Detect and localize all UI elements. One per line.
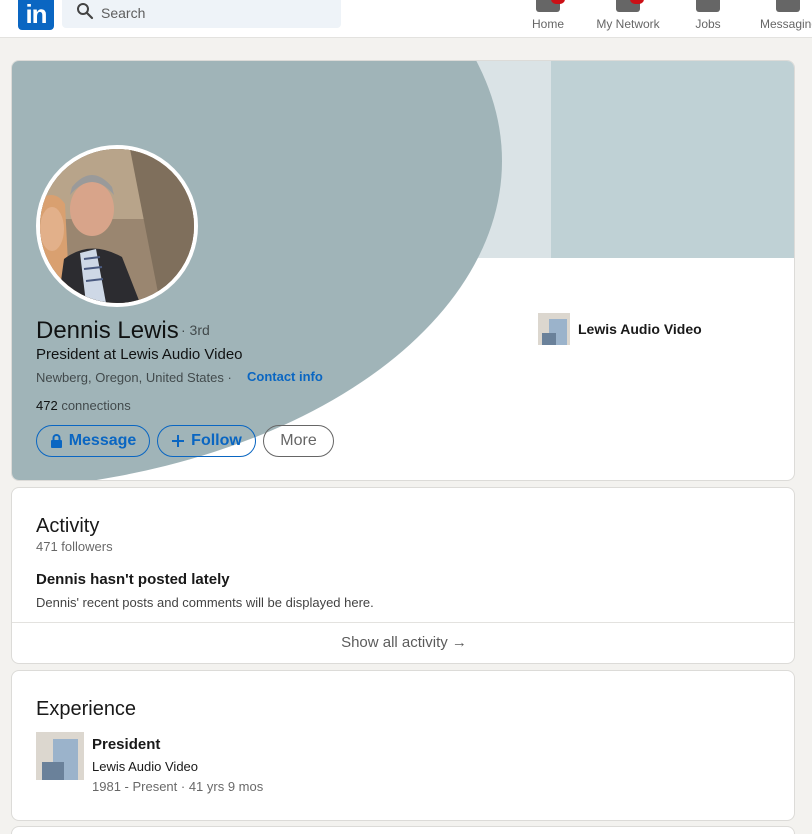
notification-badge <box>630 0 644 4</box>
follow-button-label: Follow <box>191 432 242 449</box>
experience-company[interactable]: Lewis Audio Video <box>92 759 198 774</box>
top-navigation-bar: in Search Home My Network Jobs Messaging <box>0 0 812 38</box>
experience-company-logo[interactable] <box>36 732 84 780</box>
experience-dates: 1981 - Present · 41 yrs 9 mos <box>92 779 264 794</box>
profile-headline: President at Lewis Audio Video <box>36 346 243 363</box>
search-placeholder: Search <box>101 5 146 21</box>
show-all-activity-button[interactable]: Show all activity → <box>12 622 794 663</box>
avatar-photo <box>40 149 194 303</box>
jobs-icon <box>696 0 720 12</box>
nav-label-my-network: My Network <box>596 17 660 31</box>
search-input[interactable]: Search <box>62 0 341 28</box>
nav-label-home: Home <box>531 17 564 31</box>
linkedin-logo[interactable]: in <box>18 0 54 30</box>
nav-item-jobs[interactable]: Jobs <box>688 0 728 38</box>
messaging-icon <box>776 0 800 12</box>
contact-info-link[interactable]: Contact info <box>247 369 323 384</box>
activity-heading: Activity <box>36 515 100 537</box>
connections-label: connections <box>61 398 131 413</box>
profile-name: Dennis Lewis <box>36 317 179 344</box>
nav-item-my-network[interactable]: My Network <box>592 0 664 38</box>
activity-card: Activity 471 followers Dennis hasn't pos… <box>11 487 795 664</box>
experience-card: Experience President Lewis Audio Video 1… <box>11 670 795 821</box>
lock-icon <box>50 434 62 448</box>
more-button[interactable]: More <box>263 425 334 457</box>
next-section-card <box>11 826 795 834</box>
experience-role: President <box>92 736 161 753</box>
message-button-label: Message <box>68 432 137 449</box>
activity-empty-description: Dennis' recent posts and comments will b… <box>36 595 374 610</box>
notification-badge <box>551 0 565 4</box>
nav-item-home[interactable]: Home <box>523 0 573 38</box>
connection-degree: · 3rd <box>181 322 210 338</box>
message-button[interactable]: Message <box>36 425 150 457</box>
followers-count: 471 followers <box>36 539 113 554</box>
search-icon <box>77 3 94 20</box>
experience-heading: Experience <box>36 698 137 720</box>
connections-number: 472 <box>36 398 58 413</box>
activity-empty-title: Dennis hasn't posted lately <box>36 571 230 588</box>
plus-icon <box>172 435 185 447</box>
follow-button[interactable]: Follow <box>157 425 256 457</box>
avatar[interactable] <box>36 145 198 307</box>
show-all-activity-label: Show all activity → <box>341 634 467 651</box>
nav-label-jobs: Jobs <box>695 17 721 31</box>
more-button-label: More <box>280 432 317 449</box>
current-company-link[interactable]: Lewis Audio Video <box>578 321 702 337</box>
profile-card: Dennis Lewis · 3rd President at Lewis Au… <box>11 60 795 481</box>
company-logo[interactable] <box>538 313 570 345</box>
company-logo-shape <box>542 333 556 345</box>
company-logo-shape <box>42 762 64 780</box>
connections-count[interactable]: 472 connections <box>36 398 131 413</box>
nav-label-messaging: Messaging <box>760 17 812 31</box>
nav-item-messaging[interactable]: Messaging <box>752 0 812 38</box>
profile-location: Newberg, Oregon, United States · <box>36 370 232 385</box>
